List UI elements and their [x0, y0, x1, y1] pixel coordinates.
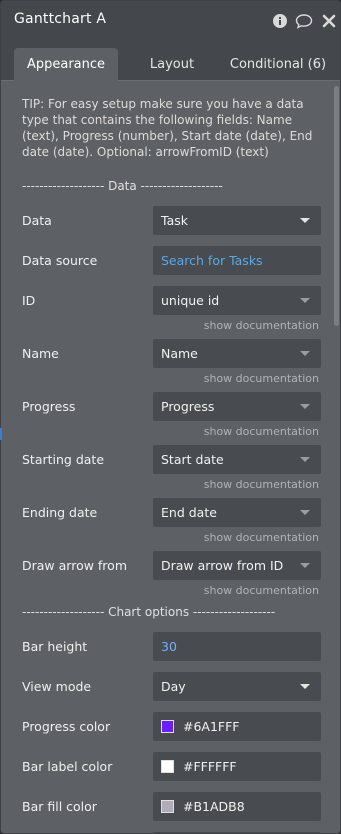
show-documentation-link[interactable]: show documentation	[204, 584, 319, 597]
id-label: ID	[22, 293, 36, 308]
data-source-value[interactable]: Search for Tasks	[161, 253, 263, 268]
dropdown-caret-icon	[300, 404, 310, 409]
tab-layout[interactable]: Layout	[129, 48, 215, 81]
bar-label-color-picker[interactable]: #FFFFFF	[153, 752, 321, 781]
bar-label-color-swatch[interactable]	[161, 760, 174, 773]
tab-bar: Appearance Layout Conditional (6)	[1, 41, 340, 81]
show-documentation-link[interactable]: show documentation	[204, 319, 319, 332]
name-dropdown[interactable]: Name	[153, 339, 321, 368]
property-editor-panel: Ganttchart A Appearance Layout Condition…	[0, 0, 341, 834]
progress-label: Progress	[22, 399, 76, 414]
progress-color-value: #6A1FFF	[183, 719, 240, 734]
dropdown-caret-icon	[300, 351, 310, 356]
bar-label-color-label: Bar label color	[22, 759, 113, 774]
title-bar: Ganttchart A	[1, 1, 340, 41]
setup-tip: TIP: For easy setup make sure you have a…	[22, 97, 313, 159]
draw-arrow-from-label: Draw arrow from	[22, 558, 127, 573]
panel-scrollbar[interactable]	[334, 86, 339, 326]
progress-dropdown[interactable]: Progress	[153, 392, 321, 421]
tab-appearance[interactable]: Appearance	[14, 48, 118, 81]
progress-color-label: Progress color	[22, 719, 111, 734]
ending-date-dropdown[interactable]: End date	[153, 498, 321, 527]
view-mode-value: Day	[161, 679, 186, 694]
starting-date-dropdown[interactable]: Start date	[153, 445, 321, 474]
dropdown-caret-icon	[300, 563, 310, 568]
data-source-label: Data source	[22, 253, 98, 268]
bar-fill-color-swatch[interactable]	[161, 800, 174, 813]
id-dropdown[interactable]: unique id	[153, 286, 321, 315]
dropdown-caret-icon	[300, 218, 310, 223]
id-value: unique id	[161, 293, 220, 308]
show-documentation-link[interactable]: show documentation	[204, 425, 319, 438]
bar-height-value: 30	[161, 639, 177, 654]
bar-label-color-value: #FFFFFF	[183, 759, 237, 774]
bar-fill-color-picker[interactable]: #B1ADB8	[153, 792, 321, 821]
bar-fill-color-value: #B1ADB8	[183, 799, 245, 814]
section-divider-chart-options: ------------------- Chart options ------…	[22, 605, 276, 619]
data-label: Data	[22, 213, 52, 228]
comment-icon[interactable]	[295, 12, 313, 30]
show-documentation-link[interactable]: show documentation	[204, 478, 319, 491]
draw-arrow-from-dropdown[interactable]: Draw arrow from ID	[153, 551, 321, 580]
bar-fill-color-label: Bar fill color	[22, 799, 97, 814]
ending-date-value: End date	[161, 505, 217, 520]
bar-height-label: Bar height	[22, 639, 88, 654]
draw-arrow-from-value: Draw arrow from ID	[161, 558, 284, 573]
dropdown-caret-icon	[300, 457, 310, 462]
close-icon[interactable]	[320, 12, 338, 30]
bar-height-input[interactable]: 30	[153, 632, 321, 661]
progress-color-picker[interactable]: #6A1FFF	[153, 712, 321, 741]
name-value: Name	[161, 346, 198, 361]
ending-date-label: Ending date	[22, 505, 98, 520]
show-documentation-link[interactable]: show documentation	[204, 372, 319, 385]
dropdown-caret-icon	[300, 298, 310, 303]
selection-marker	[0, 428, 2, 440]
view-mode-dropdown[interactable]: Day	[153, 672, 321, 701]
info-icon[interactable]	[271, 12, 289, 30]
starting-date-label: Starting date	[22, 452, 105, 467]
data-type-dropdown[interactable]: Task	[153, 206, 321, 235]
dropdown-caret-icon	[300, 510, 310, 515]
starting-date-value: Start date	[161, 452, 224, 467]
data-source-field[interactable]: Search for Tasks	[153, 246, 321, 275]
dropdown-caret-icon	[300, 684, 310, 689]
progress-value: Progress	[161, 399, 215, 414]
element-title[interactable]: Ganttchart A	[14, 11, 106, 27]
name-label: Name	[22, 346, 59, 361]
show-documentation-link[interactable]: show documentation	[204, 531, 319, 544]
tab-conditional[interactable]: Conditional (6)	[227, 48, 329, 81]
section-divider-data: ------------------- Data ---------------…	[22, 179, 223, 193]
progress-color-swatch[interactable]	[161, 720, 174, 733]
view-mode-label: View mode	[22, 679, 92, 694]
data-type-value: Task	[161, 213, 188, 228]
